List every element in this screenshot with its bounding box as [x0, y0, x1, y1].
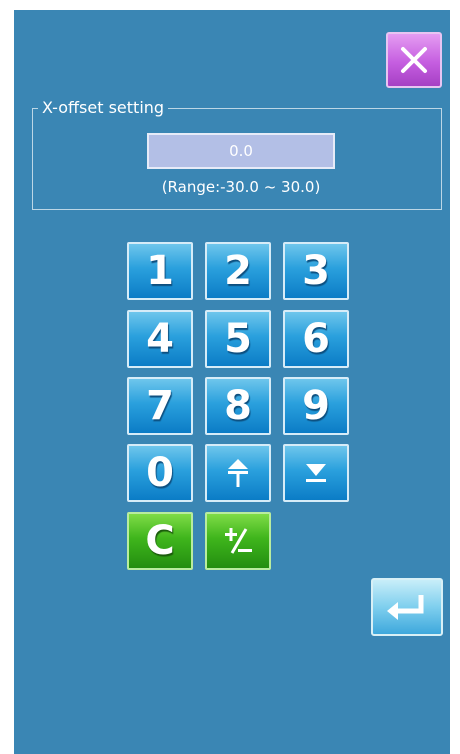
- clear-button[interactable]: C: [127, 512, 193, 570]
- up-arrow-icon: [228, 459, 248, 487]
- increment-button[interactable]: [205, 444, 271, 502]
- down-arrow-icon: [306, 464, 326, 482]
- value-field[interactable]: 0.0: [147, 133, 335, 169]
- close-x-icon: [401, 47, 427, 73]
- key-0[interactable]: 0: [127, 444, 193, 502]
- range-text: (Range:-30.0 ~ 30.0): [161, 178, 321, 196]
- group-title: X-offset setting: [38, 99, 169, 117]
- key-7[interactable]: 7: [127, 377, 193, 435]
- key-2[interactable]: 2: [205, 242, 271, 300]
- value-text: 0.0: [229, 142, 253, 160]
- key-1[interactable]: 1: [127, 242, 193, 300]
- enter-button[interactable]: [371, 578, 443, 636]
- key-5[interactable]: 5: [205, 310, 271, 368]
- key-9[interactable]: 9: [283, 377, 349, 435]
- plus-minus-icon: [225, 528, 252, 554]
- close-button[interactable]: [386, 32, 442, 88]
- key-6[interactable]: 6: [283, 310, 349, 368]
- key-4[interactable]: 4: [127, 310, 193, 368]
- sign-toggle-button[interactable]: [205, 512, 271, 570]
- key-8[interactable]: 8: [205, 377, 271, 435]
- key-3[interactable]: 3: [283, 242, 349, 300]
- enter-icon: [387, 595, 424, 620]
- decrement-button[interactable]: [283, 444, 349, 502]
- screen: X-offset setting 0.0 (Range:-30.0 ~ 30.0…: [14, 10, 450, 754]
